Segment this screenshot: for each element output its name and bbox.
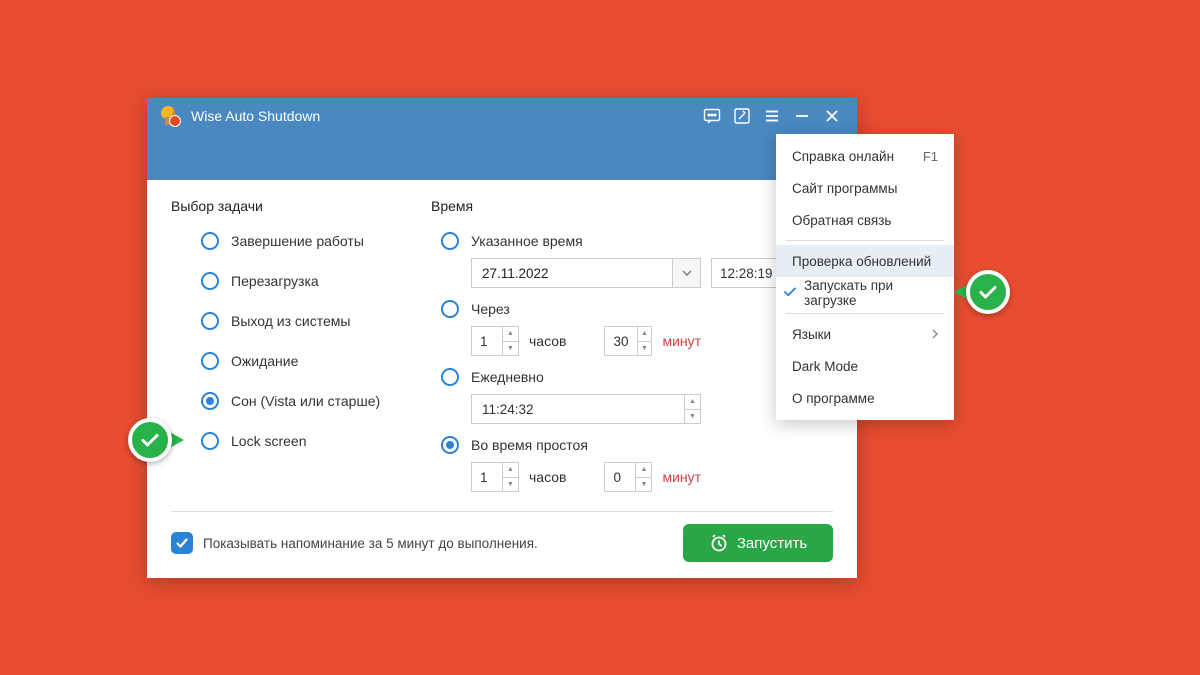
menu-languages[interactable]: Языки xyxy=(776,318,954,350)
task-hibernate[interactable]: Ожидание xyxy=(201,352,431,370)
minutes-unit: минут xyxy=(662,469,701,485)
task-label: Перезагрузка xyxy=(231,273,319,289)
menu-feedback[interactable]: Обратная связь xyxy=(776,204,954,236)
time-daily-radio[interactable]: Ежедневно xyxy=(441,368,833,386)
checkmark-icon xyxy=(128,418,172,462)
num-value: 1 xyxy=(472,470,502,485)
menu-dark-mode[interactable]: Dark Mode xyxy=(776,350,954,382)
menu-separator xyxy=(786,240,944,241)
menu-label: Запускать при загрузке xyxy=(804,278,938,308)
menu-help-online[interactable]: Справка онлайн F1 xyxy=(776,140,954,172)
menu-label: Dark Mode xyxy=(792,359,858,374)
task-logoff[interactable]: Выход из системы xyxy=(201,312,431,330)
hours-unit: часов xyxy=(529,469,566,485)
task-label: Выход из системы xyxy=(231,313,350,329)
menu-separator xyxy=(786,313,944,314)
app-title: Wise Auto Shutdown xyxy=(191,108,320,124)
hamburger-menu-icon[interactable] xyxy=(757,101,787,131)
num-value: 0 xyxy=(605,470,635,485)
time-label: Во время простоя xyxy=(471,437,588,453)
date-picker[interactable]: 27.11.2022 xyxy=(471,258,701,288)
menu-shortcut: F1 xyxy=(923,149,938,164)
start-button[interactable]: Запустить xyxy=(683,524,833,562)
task-label: Ожидание xyxy=(231,353,298,369)
menu-label: Сайт программы xyxy=(792,181,897,196)
menu-site[interactable]: Сайт программы xyxy=(776,172,954,204)
close-icon[interactable] xyxy=(817,101,847,131)
reminder-label: Показывать напоминание за 5 минут до вып… xyxy=(203,536,673,551)
idle-minutes-picker[interactable]: 0 ▲▼ xyxy=(604,462,652,492)
spinner-icon[interactable]: ▲▼ xyxy=(637,327,652,355)
task-column: Завершение работы Перезагрузка Выход из … xyxy=(171,232,431,505)
time-specified-radio[interactable]: Указанное время xyxy=(441,232,833,250)
header-task: Выбор задачи xyxy=(171,198,431,214)
task-lock[interactable]: Lock screen xyxy=(201,432,431,450)
menu-about[interactable]: О программе xyxy=(776,382,954,414)
spinner-icon[interactable]: ▲▼ xyxy=(684,395,700,423)
edit-icon[interactable] xyxy=(727,101,757,131)
spinner-icon[interactable]: ▲▼ xyxy=(502,463,518,491)
num-value: 30 xyxy=(605,334,636,349)
menu-run-on-boot[interactable]: Запускать при загрузке xyxy=(776,277,954,309)
time-label: Указанное время xyxy=(471,233,583,249)
time-column: Указанное время 27.11.2022 12:28:19 ▲▼ xyxy=(431,232,833,505)
hamburger-dropdown: Справка онлайн F1 Сайт программы Обратна… xyxy=(776,134,954,420)
app-window: Wise Auto Shutdown xyxy=(147,98,857,578)
checkmark-icon xyxy=(966,270,1010,314)
clock-icon xyxy=(709,533,729,553)
start-label: Запустить xyxy=(737,535,807,552)
menu-label: Справка онлайн xyxy=(792,149,894,164)
time-idle-radio[interactable]: Во время простоя xyxy=(441,436,833,454)
hours-unit: часов xyxy=(529,333,566,349)
chevron-right-icon xyxy=(932,327,938,342)
after-minutes-picker[interactable]: 30 ▲▼ xyxy=(604,326,652,356)
task-sleep[interactable]: Сон (Vista или старше) xyxy=(201,392,431,410)
chevron-down-icon[interactable] xyxy=(672,259,700,287)
annotation-pointer-sleep xyxy=(128,418,184,462)
header-time: Время xyxy=(431,198,787,214)
menu-label: Языки xyxy=(792,327,831,342)
date-value: 27.11.2022 xyxy=(472,266,672,281)
minimize-icon[interactable] xyxy=(787,101,817,131)
task-label: Завершение работы xyxy=(231,233,364,249)
time-after-radio[interactable]: Через xyxy=(441,300,833,318)
spinner-icon[interactable]: ▲▼ xyxy=(502,327,518,355)
daily-time-picker[interactable]: 11:24:32 ▲▼ xyxy=(471,394,701,424)
content-area: Выбор задачи Время 27.11.2 Завершение ра… xyxy=(147,180,857,578)
menu-label: О программе xyxy=(792,391,875,406)
titlebar: Wise Auto Shutdown xyxy=(147,98,857,180)
time-value: 11:24:32 xyxy=(472,402,684,417)
menu-label: Проверка обновлений xyxy=(792,254,931,269)
after-hours-picker[interactable]: 1 ▲▼ xyxy=(471,326,519,356)
num-value: 1 xyxy=(472,334,502,349)
task-label: Lock screen xyxy=(231,433,306,449)
reminder-checkbox[interactable] xyxy=(171,532,193,554)
task-restart[interactable]: Перезагрузка xyxy=(201,272,431,290)
idle-hours-picker[interactable]: 1 ▲▼ xyxy=(471,462,519,492)
menu-label: Обратная связь xyxy=(792,213,891,228)
feedback-icon[interactable] xyxy=(697,101,727,131)
task-label: Сон (Vista или старше) xyxy=(231,393,380,409)
menu-check-updates[interactable]: Проверка обновлений xyxy=(776,245,954,277)
task-shutdown[interactable]: Завершение работы xyxy=(201,232,431,250)
time-label: Ежедневно xyxy=(471,369,544,385)
spinner-icon[interactable]: ▲▼ xyxy=(635,463,651,491)
annotation-pointer-run-on-boot xyxy=(954,270,1010,314)
time-label: Через xyxy=(471,301,510,317)
time-value: 12:28:19 xyxy=(712,266,784,281)
divider xyxy=(171,511,833,512)
minutes-unit: минут xyxy=(662,333,701,349)
app-icon xyxy=(159,105,181,127)
check-icon xyxy=(784,286,796,300)
